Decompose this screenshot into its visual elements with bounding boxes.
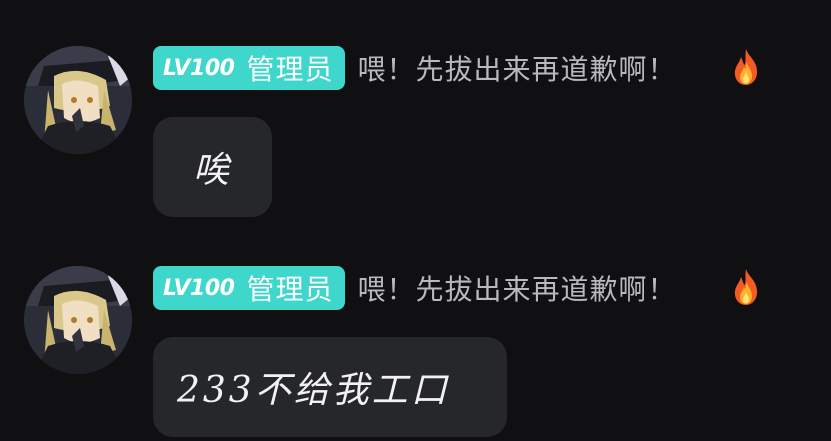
avatar-image bbox=[24, 266, 132, 374]
fire-icon bbox=[734, 49, 758, 85]
level-badge: LV100 管理员 bbox=[153, 46, 346, 90]
role-label: 管理员 bbox=[246, 273, 334, 306]
level-badge: LV100 管理员 bbox=[153, 266, 346, 310]
message-bubble[interactable]: 唉 bbox=[153, 117, 272, 217]
level-label: LV100 bbox=[163, 275, 235, 301]
sender-name[interactable]: 喂！先拔出来再道歉啊！ bbox=[357, 268, 676, 308]
chat-area: LV100 管理员 喂！先拔出来再道歉啊！ 唉 LV100 管理员 喂！先拔出来… bbox=[0, 0, 831, 441]
avatar[interactable] bbox=[24, 266, 132, 374]
message-header: LV100 管理员 喂！先拔出来再道歉啊！ bbox=[153, 266, 676, 310]
role-label: 管理员 bbox=[246, 53, 334, 86]
sender-name[interactable]: 喂！先拔出来再道歉啊！ bbox=[357, 48, 676, 88]
message-text: 233不给我工口 bbox=[177, 370, 450, 411]
message-header: LV100 管理员 喂！先拔出来再道歉啊！ bbox=[153, 46, 676, 90]
message-text: 唉 bbox=[193, 150, 233, 191]
fire-icon bbox=[734, 269, 758, 305]
level-label: LV100 bbox=[163, 55, 235, 81]
avatar-image bbox=[24, 46, 132, 154]
message-bubble[interactable]: 233不给我工口 bbox=[153, 337, 507, 437]
avatar[interactable] bbox=[24, 46, 132, 154]
